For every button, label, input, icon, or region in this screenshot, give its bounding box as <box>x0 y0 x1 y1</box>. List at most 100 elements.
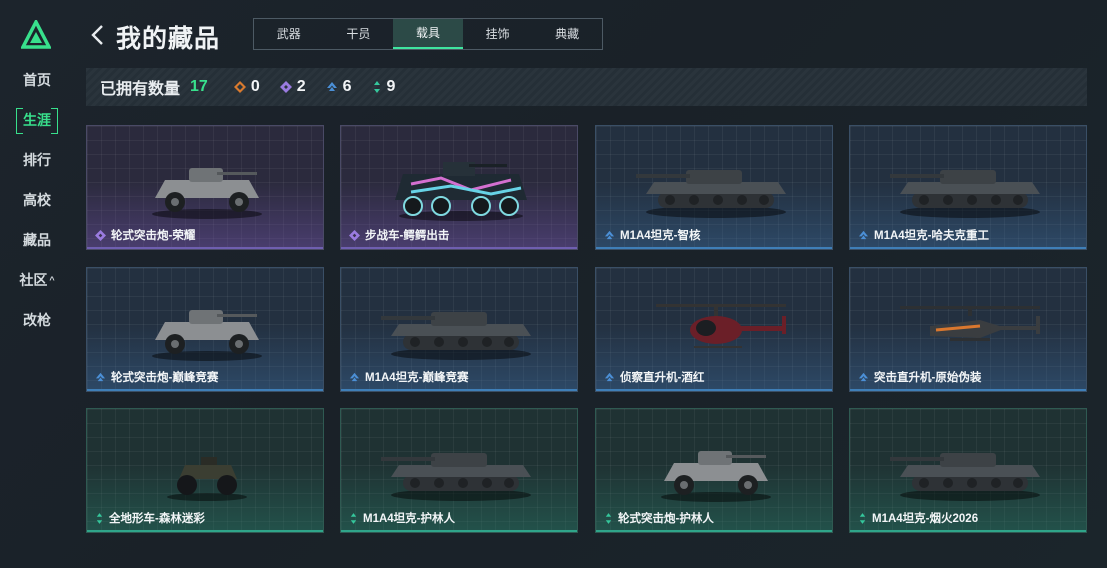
atv-icon <box>127 427 287 507</box>
vehicle-card[interactable]: M1A4坦克-哈夫克重工 <box>849 125 1087 250</box>
vehicle-name: M1A4坦克-巅峰竞赛 <box>349 369 469 385</box>
vehicle-name-text: 侦察直升机-酒红 <box>620 372 705 384</box>
wheeled-assault-gun-icon <box>127 286 287 366</box>
arrows-green-icon <box>859 512 866 524</box>
vehicle-card[interactable]: 轮式突击炮-荣耀 <box>86 125 324 250</box>
sidebar: 首页 生涯 排行 高校 藏品 社区 ^ 改枪 <box>0 0 74 568</box>
tab-charms[interactable]: 挂饰 <box>463 19 533 49</box>
chevron-blue-icon <box>349 372 360 381</box>
caret-up-icon: ^ <box>49 275 55 285</box>
chevron-blue-icon <box>858 372 869 381</box>
scout-helicopter-icon <box>636 286 796 366</box>
vehicle-name-text: 全地形车-森林迷彩 <box>109 513 205 525</box>
tank-icon <box>375 286 541 366</box>
tank-icon <box>884 427 1050 507</box>
vehicle-card[interactable]: 步战车-鳄鳄出击 <box>340 125 578 250</box>
category-tabs: 武器 干员 载具 挂饰 典藏 <box>253 18 603 50</box>
rarity-count-purple: 2 <box>279 78 306 96</box>
vehicle-card[interactable]: 轮式突击炮-护林人 <box>595 408 833 533</box>
owned-label: 已拥有数量 <box>100 81 181 98</box>
sidebar-item-community[interactable]: 社区 ^ <box>0 268 74 308</box>
rarity-line <box>596 247 832 249</box>
infantry-vehicle-icon <box>381 144 541 224</box>
vehicle-card[interactable]: 侦察直升机-酒红 <box>595 267 833 392</box>
vehicle-name: M1A4坦克-烟火2026 <box>858 510 978 526</box>
rarity-count-value: 9 <box>386 78 396 95</box>
rarity-line <box>596 389 832 391</box>
sidebar-item-label: 排行 <box>23 152 51 168</box>
chevron-left-icon[interactable] <box>90 23 104 47</box>
vehicle-name: M1A4坦克-护林人 <box>349 510 455 526</box>
rarity-line <box>341 530 577 532</box>
vehicle-card[interactable]: M1A4坦克-护林人 <box>340 408 578 533</box>
rarity-line <box>87 247 323 249</box>
chevron-blue-icon <box>95 372 106 381</box>
sidebar-item-label: 高校 <box>23 192 51 208</box>
sidebar-item-label: 首页 <box>23 72 51 88</box>
diamond-orange-icon <box>233 81 246 93</box>
rarity-count-value: 0 <box>250 78 260 95</box>
vehicle-name: M1A4坦克-哈夫克重工 <box>858 227 989 243</box>
sidebar-item-college[interactable]: 高校 <box>0 188 74 228</box>
sidebar-item-home[interactable]: 首页 <box>0 68 74 108</box>
rarity-line <box>87 530 323 532</box>
sidebar-item-ranking[interactable]: 排行 <box>0 148 74 188</box>
rarity-count-value: 6 <box>342 78 352 95</box>
vehicle-name-text: M1A4坦克-烟火2026 <box>872 513 979 525</box>
vehicle-name-text: M1A4坦克-哈夫克重工 <box>874 230 990 242</box>
vehicle-name-text: 轮式突击炮-巅峰竞赛 <box>111 372 219 384</box>
rarity-count-orange: 0 <box>233 78 260 96</box>
tab-weapons[interactable]: 武器 <box>254 19 324 49</box>
vehicle-name-text: M1A4坦克-护林人 <box>363 513 456 525</box>
vehicle-name: 轮式突击炮-荣耀 <box>95 227 195 243</box>
sidebar-item-text: 生涯 <box>23 112 51 128</box>
tab-vehicles[interactable]: 载具 <box>393 19 463 49</box>
vehicle-card[interactable]: 轮式突击炮-巅峰竞赛 <box>86 267 324 392</box>
tab-operators[interactable]: 干员 <box>324 19 394 49</box>
diamond-purple-icon <box>95 229 106 241</box>
attack-helicopter-icon <box>890 286 1050 366</box>
triangle-logo-icon[interactable] <box>21 20 51 50</box>
chevron-blue-icon <box>604 372 615 381</box>
vehicle-name: M1A4坦克-智核 <box>604 227 701 243</box>
sidebar-item-collection[interactable]: 藏品 <box>0 228 74 268</box>
sidebar-item-label: 藏品 <box>23 232 51 248</box>
tank-icon <box>884 144 1050 224</box>
sidebar-nav: 首页 生涯 排行 高校 藏品 社区 ^ 改枪 <box>0 68 74 348</box>
vehicle-card[interactable]: M1A4坦克-智核 <box>595 125 833 250</box>
rarity-line <box>341 389 577 391</box>
vehicle-card[interactable]: 全地形车-森林迷彩 <box>86 408 324 533</box>
chevron-blue-icon <box>604 230 615 239</box>
wheeled-assault-gun-icon <box>636 427 796 507</box>
rarity-line <box>596 530 832 532</box>
bracket-left <box>16 108 23 134</box>
rarity-line <box>850 530 1086 532</box>
arrows-green-icon <box>96 512 103 524</box>
rarity-line <box>341 247 577 249</box>
vehicle-card[interactable]: M1A4坦克-巅峰竞赛 <box>340 267 578 392</box>
rarity-line <box>87 389 323 391</box>
vehicle-name-text: 突击直升机-原始伪装 <box>874 372 982 384</box>
vehicle-name: 轮式突击炮-巅峰竞赛 <box>95 369 218 385</box>
arrows-green-icon <box>350 512 357 524</box>
sidebar-item-label: 改枪 <box>23 312 51 328</box>
sidebar-item-gunsmith[interactable]: 改枪 <box>0 308 74 348</box>
vehicle-name: 突击直升机-原始伪装 <box>858 369 981 385</box>
tab-collector[interactable]: 典藏 <box>532 19 602 49</box>
vehicle-card[interactable]: M1A4坦克-烟火2026 <box>849 408 1087 533</box>
vehicle-name-text: 步战车-鳄鳄出击 <box>365 230 450 242</box>
tank-icon <box>630 144 796 224</box>
rarity-count-value: 2 <box>296 78 306 95</box>
owned-total: 17 <box>190 78 208 95</box>
sidebar-item-career[interactable]: 生涯 <box>0 108 74 148</box>
vehicle-card[interactable]: 突击直升机-原始伪装 <box>849 267 1087 392</box>
arrows-green-icon <box>605 512 612 524</box>
rarity-line <box>850 247 1086 249</box>
diamond-purple-icon <box>349 229 360 241</box>
vehicle-name-text: M1A4坦克-智核 <box>620 230 701 242</box>
tank-icon <box>375 427 541 507</box>
chevron-blue-icon <box>858 230 869 239</box>
vehicle-name-text: 轮式突击炮-护林人 <box>618 513 714 525</box>
bracket-right <box>51 108 58 134</box>
rarity-count-blue: 6 <box>326 78 352 96</box>
